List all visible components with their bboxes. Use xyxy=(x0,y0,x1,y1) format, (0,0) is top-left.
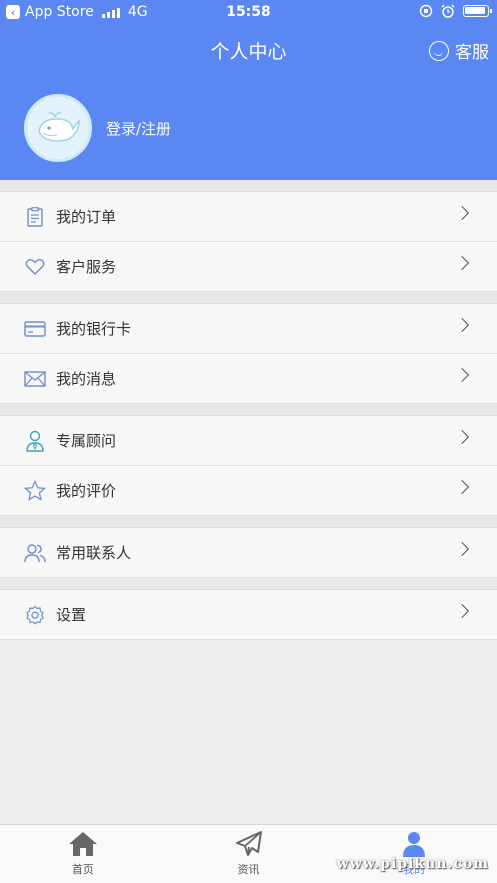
paper-plane-icon xyxy=(235,831,262,856)
heart-icon xyxy=(25,258,45,275)
profile-header: 个人中心 客服 登录/注册 xyxy=(0,0,497,180)
chevron-right-icon xyxy=(454,479,470,495)
chevron-right-icon xyxy=(454,541,470,557)
menu-item-label: 我的银行卡 xyxy=(56,320,132,338)
user-icon xyxy=(403,832,426,857)
menu-item-label: 客户服务 xyxy=(56,258,117,276)
battery-icon xyxy=(463,5,492,17)
chevron-right-icon xyxy=(454,255,470,271)
menu-item-label: 我的评价 xyxy=(56,482,117,500)
menu-item-frequent-contacts[interactable]: 常用联系人 xyxy=(0,528,497,578)
tab-bar: 首页 资讯 我的 xyxy=(0,824,497,883)
menu-item-label: 设置 xyxy=(56,606,87,624)
section-divider xyxy=(0,180,497,192)
menu-item-my-orders[interactable]: 我的订单 xyxy=(0,192,497,242)
bank-card-icon xyxy=(24,320,46,337)
chevron-right-icon xyxy=(454,603,470,619)
chevron-right-icon xyxy=(454,317,470,333)
watermark: www.pipikun.com xyxy=(336,856,489,872)
customer-service-button[interactable]: 客服 xyxy=(429,38,489,63)
menu-item-my-reviews[interactable]: 我的评价 xyxy=(0,466,497,516)
gear-icon xyxy=(26,605,44,625)
avatar[interactable] xyxy=(24,94,92,162)
menu-item-my-bank-card[interactable]: 我的银行卡 xyxy=(0,304,497,354)
section-divider xyxy=(0,578,497,590)
login-register-link[interactable]: 登录/注册 xyxy=(106,118,171,139)
menu-item-label: 专属顾问 xyxy=(56,432,117,450)
whale-icon xyxy=(38,112,80,142)
page-title: 个人中心 xyxy=(210,41,287,63)
menu-item-exclusive-advisor[interactable]: 专属顾问 xyxy=(0,416,497,466)
envelope-icon xyxy=(24,370,46,387)
order-icon xyxy=(27,206,43,227)
chevron-right-icon xyxy=(454,429,470,445)
chevron-right-icon xyxy=(454,367,470,383)
tab-label: 资讯 xyxy=(237,863,260,876)
section-divider xyxy=(0,404,497,416)
menu-item-label: 常用联系人 xyxy=(56,544,132,562)
home-icon xyxy=(68,832,97,856)
lock-rotation-icon xyxy=(419,4,433,18)
chevron-right-icon xyxy=(454,205,470,221)
tab-mine[interactable]: 我的 xyxy=(331,825,497,883)
section-divider xyxy=(0,516,497,528)
smile-icon xyxy=(429,40,449,61)
menu-list: 我的订单 客户服务 我的银行卡 我的消息 专属顾问 我的评价 常用联系人 设置 xyxy=(0,180,497,640)
advisor-icon xyxy=(26,430,44,452)
menu-item-label: 我的消息 xyxy=(56,370,117,388)
tab-news[interactable]: 资讯 xyxy=(166,825,332,883)
tab-label: 首页 xyxy=(71,863,94,876)
customer-service-label: 客服 xyxy=(455,43,489,63)
status-bar: ‹ App Store 4G 15:58 xyxy=(0,0,497,26)
alarm-icon xyxy=(441,4,455,18)
menu-item-settings[interactable]: 设置 xyxy=(0,590,497,640)
section-divider xyxy=(0,292,497,304)
star-icon xyxy=(24,479,46,501)
menu-item-my-messages[interactable]: 我的消息 xyxy=(0,354,497,404)
contacts-icon xyxy=(24,543,46,562)
menu-item-label: 我的订单 xyxy=(56,208,117,226)
menu-item-customer-service[interactable]: 客户服务 xyxy=(0,242,497,292)
tab-home[interactable]: 首页 xyxy=(0,825,166,883)
